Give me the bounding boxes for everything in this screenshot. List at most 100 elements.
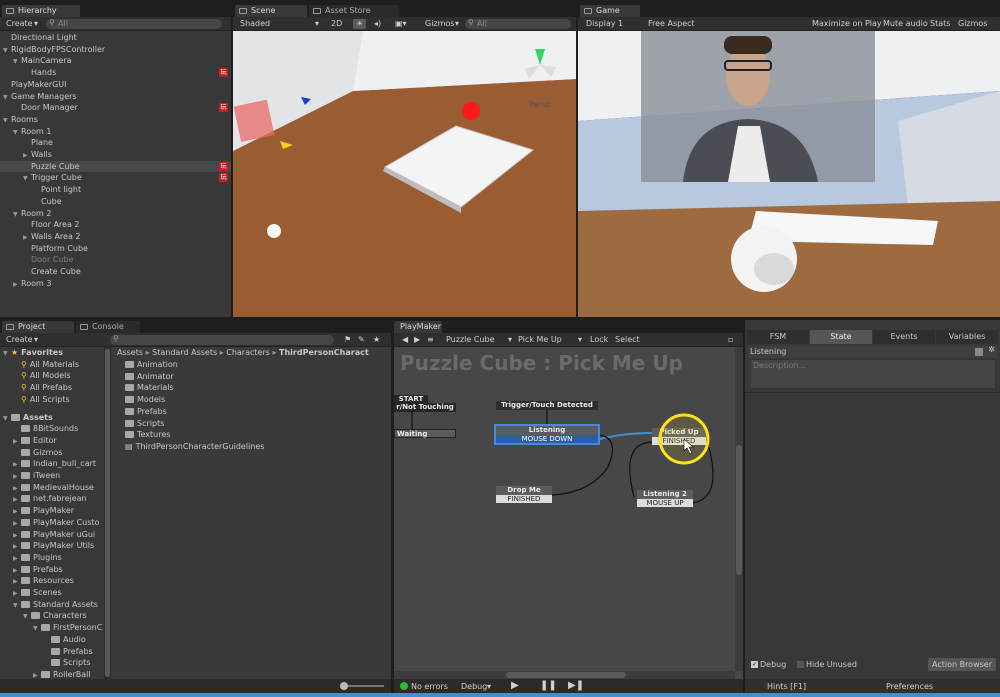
project-tree-item[interactable]: ▶ MedievalHouse	[0, 482, 104, 494]
state-picked-up[interactable]: Picked Up FINISHED	[652, 428, 706, 446]
state-event[interactable]: FINISHED	[496, 495, 552, 503]
hierarchy-item[interactable]: Plane	[0, 137, 231, 149]
project-tree-item[interactable]: Scripts	[0, 657, 104, 669]
project-tree-item[interactable]: ▼ ★ Favorites	[0, 347, 104, 359]
scrollbar-thumb[interactable]	[736, 445, 742, 575]
project-tree-scrollbar[interactable]	[104, 347, 111, 679]
error-count[interactable]: No errors	[411, 682, 448, 692]
breadcrumb-item[interactable]: Characters	[226, 348, 270, 357]
playmaker-fsm-icon[interactable]: 玩	[219, 68, 228, 78]
project-tree-item[interactable]: Audio	[0, 634, 104, 646]
zoom-slider[interactable]	[346, 685, 384, 687]
project-tree-item[interactable]: ▼ FirstPersonC	[0, 622, 104, 634]
scene-search-input[interactable]: All	[465, 19, 571, 29]
play-icon[interactable]: ▶	[511, 681, 519, 691]
zoom-slider-handle[interactable]	[340, 682, 348, 690]
hierarchy-search-input[interactable]: All	[46, 19, 222, 29]
dropdown-icon[interactable]: ▾	[508, 335, 512, 345]
dropdown-icon[interactable]: ▾	[34, 19, 38, 29]
dropdown-icon[interactable]: ▾	[487, 682, 491, 692]
hide-unused-checkbox[interactable]	[797, 661, 804, 668]
tab-game[interactable]: Game	[580, 5, 640, 17]
project-tree-item[interactable]: 8BitSounds	[0, 423, 104, 435]
description-field[interactable]: Description...	[750, 359, 996, 389]
file-item[interactable]: Materials	[125, 382, 391, 394]
game-viewport[interactable]	[578, 31, 1000, 317]
filter-label-icon[interactable]: ✎	[358, 335, 365, 345]
object-selector[interactable]: Puzzle Cube	[446, 335, 495, 345]
project-tree-item[interactable]: ▼ Standard Assets	[0, 599, 104, 611]
forward-arrow-icon[interactable]: ▶	[414, 335, 420, 345]
lighting-toggle-icon[interactable]: ☀	[353, 19, 367, 29]
hierarchy-item[interactable]: Door Manager 玩	[0, 102, 231, 114]
dropdown-icon[interactable]: ▾	[455, 19, 459, 29]
display-dropdown[interactable]: Display 1	[586, 19, 623, 29]
shading-mode-dropdown[interactable]: Shaded	[240, 19, 270, 29]
project-tree-item[interactable]: ▶ Indian_bull_cart	[0, 458, 104, 470]
hierarchy-item[interactable]: ▼ Room 2	[0, 208, 231, 220]
tab-console[interactable]: Console	[76, 321, 140, 333]
start-event[interactable]: r/Not Touching	[394, 403, 456, 412]
hierarchy-item[interactable]: ▼ Trigger Cube 玩	[0, 172, 231, 184]
project-tree-item[interactable]: ⚲ All Models	[0, 370, 104, 382]
project-tree-item[interactable]: ▼ Assets	[0, 412, 104, 424]
fsm-graph[interactable]: Puzzle Cube : Pick Me Up START r/Not Tou…	[394, 347, 743, 679]
gizmos-dropdown[interactable]: Gizmos	[425, 19, 454, 29]
hierarchy-item[interactable]: PlayMakerGUI	[0, 79, 231, 91]
hierarchy-item[interactable]: Directional Light	[0, 32, 231, 44]
project-tree-item[interactable]: ▶ Prefabs	[0, 564, 104, 576]
audio-toggle-icon[interactable]: ◂)	[374, 19, 381, 29]
state-event[interactable]: FINISHED	[652, 437, 706, 445]
state-name-field[interactable]: Listening	[750, 347, 786, 356]
project-tree-item[interactable]: Prefabs	[0, 646, 104, 658]
project-tree-item[interactable]: ▶ PlayMaker uGui	[0, 529, 104, 541]
file-item[interactable]: ▤ ThirdPersonCharacterGuidelines	[125, 441, 391, 453]
gizmos-toggle[interactable]: Gizmos	[958, 19, 987, 29]
scrollbar-thumb[interactable]	[506, 672, 626, 678]
maximize-on-play-toggle[interactable]: Maximize on Play	[812, 19, 882, 29]
dropdown-icon[interactable]: ▾	[315, 19, 319, 29]
project-tree-item[interactable]: ▶ PlayMaker Utils	[0, 540, 104, 552]
breadcrumb-item[interactable]: Assets	[117, 348, 143, 357]
scene-viewport[interactable]: Persp	[233, 31, 576, 317]
lock-toggle[interactable]: Lock	[590, 335, 608, 345]
fsm-selector[interactable]: Pick Me Up	[518, 335, 562, 345]
expand-arrow-icon[interactable]: ▶	[13, 279, 21, 291]
hierarchy-item[interactable]: Create Cube	[0, 266, 231, 278]
debug-dropdown[interactable]: Debug	[461, 682, 487, 692]
hierarchy-item[interactable]: ▼ Room 1	[0, 126, 231, 138]
hierarchy-item[interactable]: ▼ Rooms	[0, 114, 231, 126]
project-tree-item[interactable]: ▼ Characters	[0, 610, 104, 622]
hierarchy-item[interactable]: ▶ Walls	[0, 149, 231, 161]
graph-horizontal-scrollbar[interactable]	[394, 671, 735, 679]
project-tree-item[interactable]: ▶ Editor	[0, 435, 104, 447]
preferences-button[interactable]: Preferences	[886, 682, 933, 692]
tab-asset-store[interactable]: Asset Store	[309, 5, 399, 17]
state-listening-2[interactable]: Listening 2 MOUSE UP	[637, 490, 693, 508]
hierarchy-item[interactable]: ▶ Room 3	[0, 278, 231, 290]
file-item[interactable]: Scripts	[125, 418, 391, 430]
project-tree-item[interactable]: ⚲ All Prefabs	[0, 382, 104, 394]
hierarchy-item[interactable]: ▼ RigidBodyFPSController	[0, 44, 231, 56]
playmaker-fsm-icon[interactable]: 玩	[219, 173, 228, 183]
tab-state[interactable]: State	[810, 330, 872, 344]
project-search-input[interactable]	[110, 335, 334, 345]
hierarchy-item[interactable]: Hands 玩	[0, 67, 231, 79]
file-item[interactable]: Models	[125, 394, 391, 406]
maximize-icon[interactable]: ▫	[728, 335, 733, 345]
color-swatch-icon[interactable]	[975, 348, 983, 356]
back-arrow-icon[interactable]: ◀	[402, 335, 408, 345]
action-browser-button[interactable]: Action Browser	[927, 658, 996, 671]
project-tree-item[interactable]: ▶ PlayMaker Custo	[0, 517, 104, 529]
project-create-button[interactable]: Create	[6, 335, 33, 345]
expand-arrow-icon[interactable]: ▶	[33, 670, 41, 679]
project-tree-item[interactable]: ▶ RollerBall	[0, 669, 104, 679]
mode-2d-toggle[interactable]: 2D	[331, 19, 342, 29]
project-tree-item[interactable]: ⚲ All Scripts	[0, 394, 104, 406]
tab-hierarchy[interactable]: Hierarchy	[2, 5, 80, 17]
file-item[interactable]: Textures	[125, 429, 391, 441]
project-tree-item[interactable]: ▶ net.fabrejean	[0, 493, 104, 505]
aspect-dropdown[interactable]: Free Aspect	[648, 19, 695, 29]
state-drop-me[interactable]: Drop Me FINISHED	[496, 486, 552, 504]
select-button[interactable]: Select	[615, 335, 640, 345]
